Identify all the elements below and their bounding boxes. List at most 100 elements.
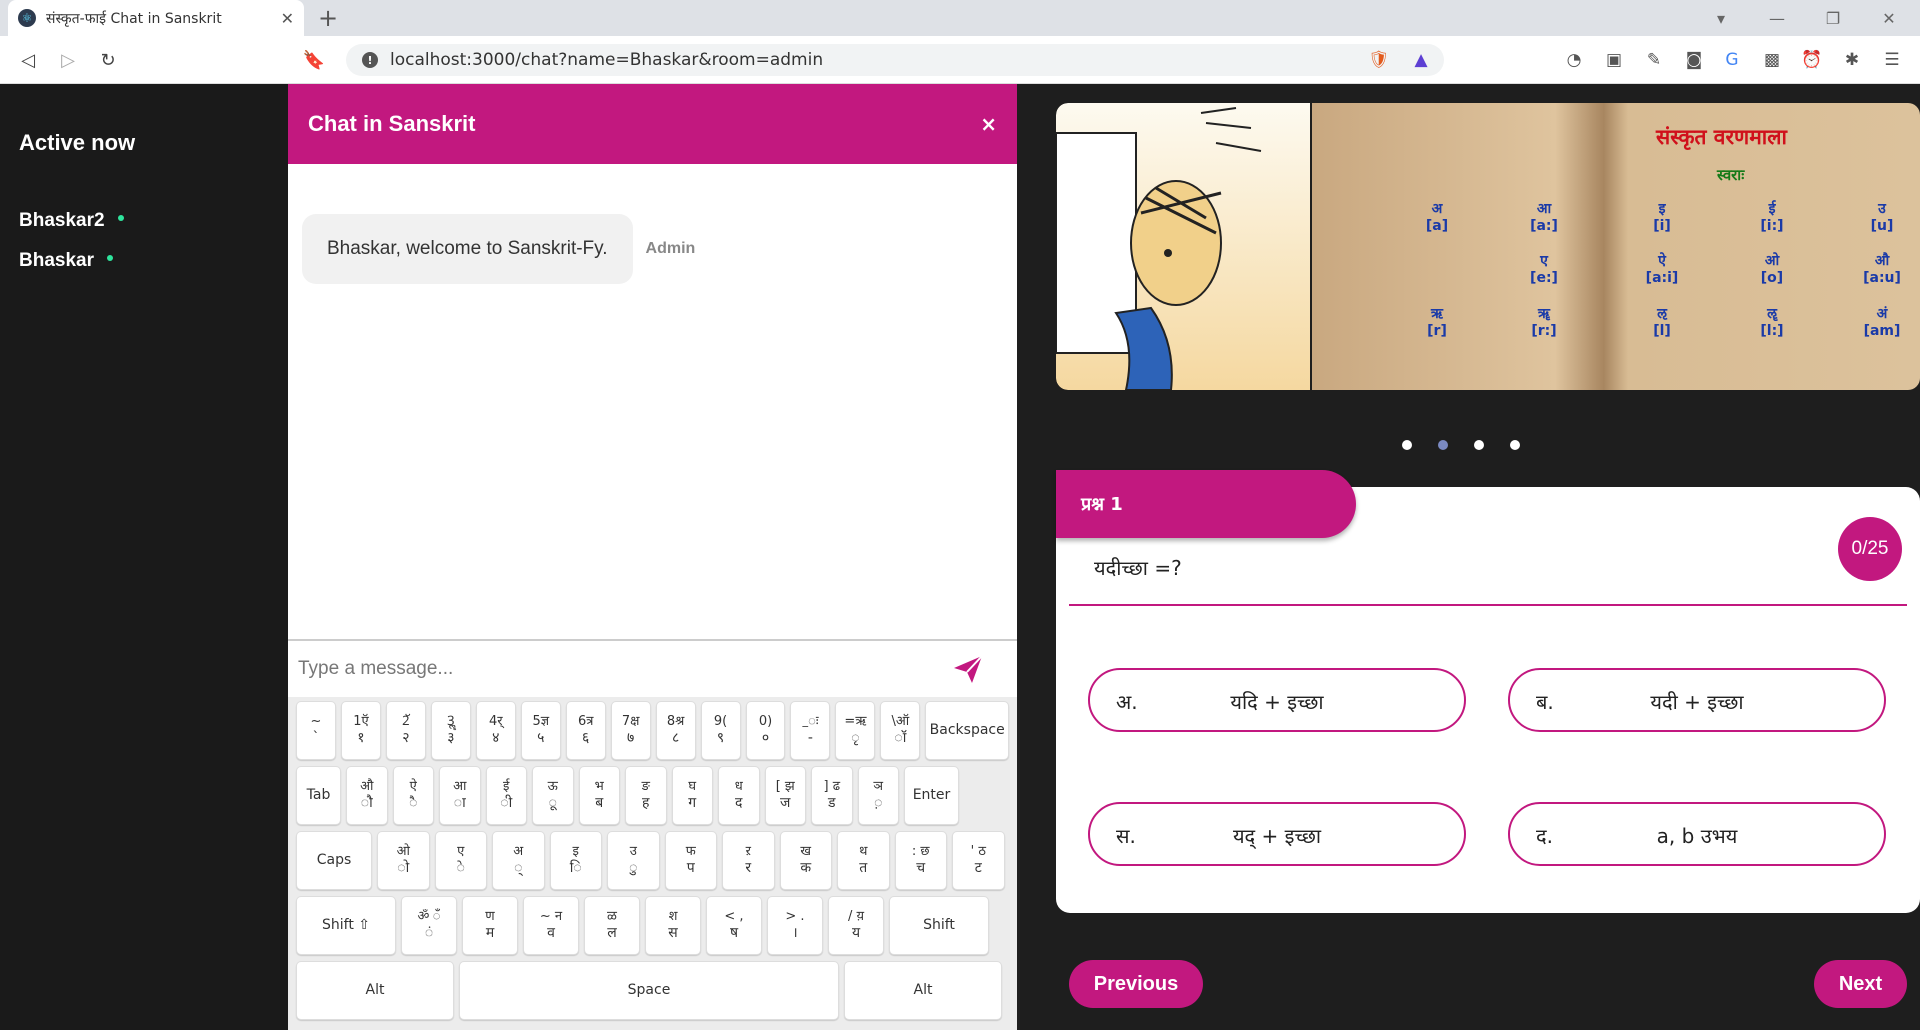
key[interactable]: ' ठट: [952, 831, 1005, 890]
key[interactable]: / य़ य: [828, 896, 884, 955]
key[interactable]: खक: [779, 831, 832, 890]
address-bar[interactable]: ! localhost:3000/chat?name=Bhaskar&room=…: [346, 44, 1444, 76]
key[interactable]: : छच: [894, 831, 947, 890]
key-shift-char: 9(: [713, 714, 728, 730]
option-text: a, b उभय: [1656, 824, 1738, 848]
key-shift-char: ण: [485, 909, 495, 925]
new-tab-icon[interactable]: +: [318, 4, 338, 32]
option-c[interactable]: स. यद् + इच्छा: [1088, 802, 1466, 866]
key[interactable]: [ झज: [764, 766, 806, 825]
key[interactable]: फप: [664, 831, 717, 890]
key[interactable]: आा: [439, 766, 481, 825]
extension-icon-3[interactable]: ▩: [1760, 48, 1784, 72]
key[interactable]: 6त्र ६: [565, 701, 606, 760]
key-enter[interactable]: Enter: [904, 766, 959, 825]
key[interactable]: 5ज्ञ ५: [520, 701, 561, 760]
key[interactable]: 8श्र ८: [655, 701, 696, 760]
key[interactable]: अ्: [492, 831, 545, 890]
key[interactable]: 2ॅ २: [385, 701, 426, 760]
puzzle-icon[interactable]: ✱: [1840, 48, 1864, 72]
devanagari-letter: ए: [1540, 253, 1548, 269]
reload-icon[interactable]: ↻: [96, 48, 120, 72]
key[interactable]: 7क्ष ७: [610, 701, 651, 760]
url-text[interactable]: localhost:3000/chat?name=Bhaskar&room=ad…: [390, 50, 823, 70]
key[interactable]: धद: [718, 766, 760, 825]
forward-icon[interactable]: ▷: [56, 48, 80, 72]
key-backspace[interactable]: Backspace: [925, 701, 1010, 760]
key[interactable]: 9(९: [700, 701, 741, 760]
back-icon[interactable]: ◁: [16, 48, 40, 72]
translate-icon[interactable]: G: [1720, 48, 1744, 72]
close-icon[interactable]: ×: [980, 112, 997, 136]
carousel-dot[interactable]: [1474, 440, 1484, 450]
camera-icon[interactable]: ◙: [1682, 48, 1706, 72]
browser-tab[interactable]: ⚛ संस्कृत-फाई Chat in Sanskrit ✕: [8, 0, 304, 36]
key[interactable]: ऱर: [722, 831, 775, 890]
key[interactable]: 1ऍ १: [340, 701, 381, 760]
key[interactable]: > . ।: [767, 896, 823, 955]
key[interactable]: 0) ०: [745, 701, 786, 760]
key[interactable]: ~ नव: [523, 896, 579, 955]
key[interactable]: 4र् ४: [475, 701, 516, 760]
key[interactable]: ळल: [584, 896, 640, 955]
key[interactable]: ॐ ँं: [401, 896, 457, 955]
key[interactable]: ऐै: [392, 766, 434, 825]
key-space[interactable]: Space: [459, 961, 839, 1020]
key[interactable]: औौ: [346, 766, 388, 825]
maximize-icon[interactable]: ❐: [1810, 0, 1856, 36]
brave-rewards-icon[interactable]: ▲: [1409, 48, 1433, 72]
key[interactable]: =ऋृ: [835, 701, 876, 760]
carousel-indicators: [1402, 440, 1520, 450]
cartoon-image: [1056, 103, 1310, 390]
option-d[interactable]: द. a, b उभय: [1508, 802, 1886, 866]
carousel-dot-active[interactable]: [1438, 440, 1448, 450]
key-shift-right[interactable]: Shift: [889, 896, 989, 955]
extension-icon-1[interactable]: ◔: [1562, 48, 1586, 72]
key[interactable]: उु: [607, 831, 660, 890]
option-a[interactable]: अ. यदि + इच्छा: [1088, 668, 1466, 732]
key[interactable]: ] ढड: [811, 766, 853, 825]
key[interactable]: ~ `: [296, 701, 336, 760]
key[interactable]: इि: [549, 831, 602, 890]
bookmark-icon[interactable]: 🔖: [302, 48, 326, 72]
key-tab[interactable]: Tab: [296, 766, 341, 825]
brave-shield-icon[interactable]: 🛡: [1367, 48, 1391, 72]
key[interactable]: ऊू: [532, 766, 574, 825]
key[interactable]: < ,ष: [706, 896, 762, 955]
minimize-icon[interactable]: —: [1754, 0, 1800, 36]
info-icon[interactable]: !: [362, 52, 378, 68]
send-icon[interactable]: [948, 649, 988, 689]
key[interactable]: ञ़: [857, 766, 899, 825]
tab-search-icon[interactable]: ▾: [1698, 0, 1744, 36]
option-b[interactable]: ब. यदी + इच्छा: [1508, 668, 1886, 732]
alarm-icon[interactable]: ⏰: [1800, 48, 1824, 72]
message-input[interactable]: [298, 653, 938, 685]
key[interactable]: _ः -: [790, 701, 831, 760]
key[interactable]: घग: [671, 766, 713, 825]
key[interactable]: \ऑॉ: [880, 701, 921, 760]
close-window-icon[interactable]: ✕: [1866, 0, 1912, 36]
key[interactable]: शस: [645, 896, 701, 955]
previous-button[interactable]: Previous: [1069, 960, 1203, 1008]
image-carousel[interactable]: संस्कृत वरणमाला स्वराः अ [a] आ [a:] इ [i] ई [i:…: [1056, 103, 1920, 390]
key[interactable]: भब: [578, 766, 620, 825]
key[interactable]: 3ॣ ३: [430, 701, 471, 760]
pen-icon[interactable]: ✎: [1642, 48, 1666, 72]
key[interactable]: एे: [434, 831, 487, 890]
key[interactable]: णम: [462, 896, 518, 955]
key[interactable]: ओो: [377, 831, 430, 890]
carousel-dot[interactable]: [1402, 440, 1412, 450]
close-tab-icon[interactable]: ✕: [281, 9, 294, 28]
key-alt-left[interactable]: Alt: [296, 961, 454, 1020]
extension-icon-2[interactable]: ▣: [1602, 48, 1626, 72]
carousel-dot[interactable]: [1510, 440, 1520, 450]
key-alt-right[interactable]: Alt: [844, 961, 1002, 1020]
next-button[interactable]: Next: [1814, 960, 1907, 1008]
key[interactable]: ईी: [485, 766, 527, 825]
key[interactable]: थत: [837, 831, 890, 890]
menu-icon[interactable]: ☰: [1880, 48, 1904, 72]
key-shift-char: ओ: [396, 844, 410, 860]
key-shift-left[interactable]: Shift ⇧: [296, 896, 396, 955]
key-caps[interactable]: Caps: [296, 831, 372, 890]
key[interactable]: ङह: [625, 766, 667, 825]
